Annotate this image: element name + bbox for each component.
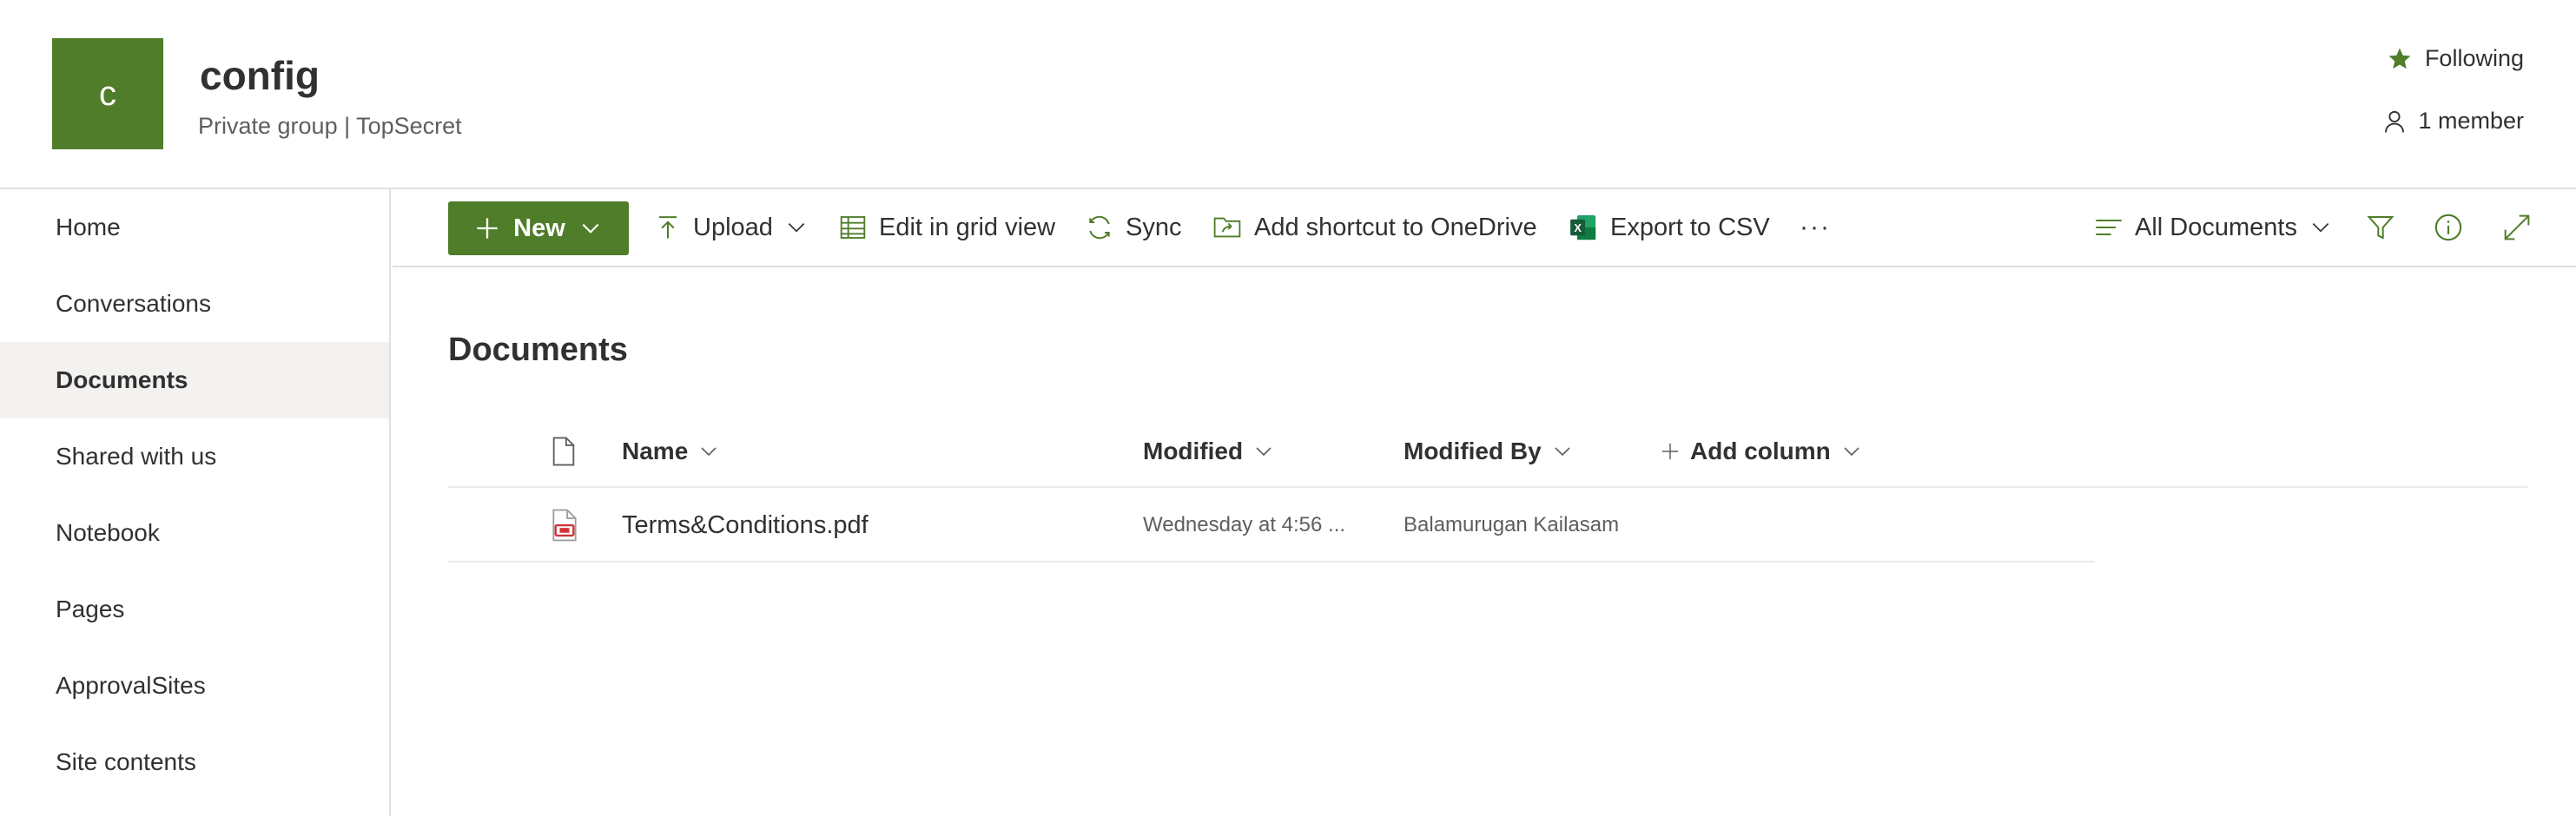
excel-icon: X (1569, 213, 1598, 242)
view-lines-icon (2095, 215, 2123, 240)
chevron-down-icon (1552, 441, 1573, 462)
modified-by-column-label: Modified By (1404, 438, 1542, 464)
site-logo[interactable]: c (52, 38, 163, 149)
left-navigation: Home Conversations Documents Shared with… (0, 189, 391, 816)
following-label: Following (2424, 45, 2524, 71)
nav-item-shared-with-us[interactable]: Shared with us (0, 418, 389, 495)
add-column-label: Add column (1690, 438, 1831, 464)
info-button[interactable] (2434, 189, 2463, 266)
modified-column-label: Modified (1143, 438, 1244, 464)
nav-item-conversations[interactable]: Conversations (0, 266, 389, 342)
nav-item-approvalsites[interactable]: ApprovalSites (0, 648, 389, 724)
sync-button[interactable]: Sync (1086, 189, 1181, 266)
site-logo-letter: c (99, 74, 116, 113)
onedrive-shortcut-icon (1212, 214, 1242, 241)
edit-grid-view-button[interactable]: Edit in grid view (839, 189, 1055, 266)
star-icon (2387, 46, 2413, 72)
info-icon (2434, 213, 2463, 242)
modified-by-cell[interactable]: Balamurugan Kailasam (1404, 490, 1619, 561)
sync-icon (1086, 214, 1113, 241)
site-subtitle: Private group | TopSecret (198, 113, 462, 139)
nav-item-documents[interactable]: Documents (0, 342, 389, 418)
modified-column-header[interactable]: Modified (1143, 417, 1274, 486)
add-shortcut-onedrive-button[interactable]: Add shortcut to OneDrive (1212, 189, 1537, 266)
list-header: Name Modified Modified By Add column (448, 417, 2527, 488)
command-bar: New Upload Edit in grid view Sync Add sh… (393, 189, 2576, 267)
expand-icon (2503, 214, 2531, 241)
view-label: All Documents (2135, 213, 2297, 241)
page-title: Documents (448, 332, 628, 368)
name-column-header[interactable]: Name (622, 417, 719, 486)
plus-icon (1661, 442, 1680, 461)
nav-item-notebook[interactable]: Notebook (0, 495, 389, 571)
expand-button[interactable] (2503, 189, 2531, 266)
file-type-cell (551, 490, 578, 561)
chevron-down-icon (1253, 441, 1274, 462)
add-shortcut-label: Add shortcut to OneDrive (1254, 213, 1537, 241)
modified-cell: Wednesday at 4:56 ... (1143, 513, 1346, 536)
chevron-down-icon (1841, 441, 1862, 462)
new-button[interactable]: New (448, 201, 629, 255)
upload-button[interactable]: Upload (655, 189, 808, 266)
members-label: 1 member (2418, 108, 2524, 134)
edit-grid-view-label: Edit in grid view (879, 213, 1056, 241)
modified-by-column-header[interactable]: Modified By (1404, 417, 1573, 486)
nav-item-home[interactable]: Home (0, 189, 389, 266)
file-type-column-header[interactable] (551, 417, 577, 486)
filter-icon (2366, 214, 2395, 241)
following-button[interactable]: Following (2387, 45, 2524, 72)
pdf-file-icon (551, 509, 578, 542)
site-title[interactable]: config (200, 52, 320, 99)
name-column-label: Name (622, 438, 689, 464)
svg-text:X: X (1574, 221, 1582, 234)
nav-item-site-contents[interactable]: Site contents (0, 724, 389, 800)
upload-label: Upload (693, 213, 773, 241)
export-csv-label: Export to CSV (1610, 213, 1770, 241)
chevron-down-icon (698, 441, 719, 462)
site-header: c config Private group | TopSecret Follo… (0, 0, 2576, 189)
chevron-down-icon (579, 217, 602, 240)
document-icon (551, 437, 577, 466)
file-name-link[interactable]: Terms&Conditions.pdf (622, 490, 869, 561)
person-icon (2381, 109, 2408, 135)
sync-label: Sync (1126, 213, 1182, 241)
export-csv-button[interactable]: X Export to CSV (1569, 189, 1770, 266)
filter-button[interactable] (2366, 189, 2395, 266)
plus-icon (475, 216, 499, 240)
chevron-down-icon (2309, 216, 2332, 239)
more-icon: ··· (1800, 213, 1831, 241)
view-selector[interactable]: All Documents (2095, 189, 2332, 266)
table-row[interactable]: Terms&Conditions.pdf Wednesday at 4:56 .… (448, 490, 2095, 563)
chevron-down-icon (785, 216, 808, 239)
nav-item-pages[interactable]: Pages (0, 571, 389, 648)
upload-icon (655, 214, 681, 240)
more-commands-button[interactable]: ··· (1800, 189, 1831, 266)
add-column-header[interactable]: Add column (1661, 417, 1862, 486)
grid-icon (839, 214, 867, 241)
members-button[interactable]: 1 member (2381, 108, 2524, 135)
new-label: New (513, 214, 565, 242)
